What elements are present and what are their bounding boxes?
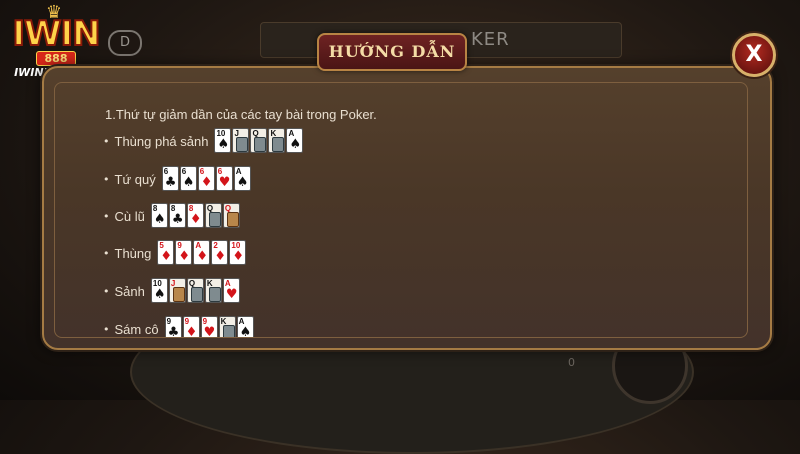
card-suit-icon: ♦: [232, 249, 245, 264]
bullet-icon: •: [103, 246, 110, 260]
game-title-text: KER: [471, 29, 510, 50]
face-card-portrait-icon: [236, 137, 249, 152]
face-card-portrait-icon: [222, 325, 235, 337]
card-group: 10 ♠ J Q K A ♥: [150, 278, 241, 304]
bullet-icon: •: [103, 322, 110, 336]
card-suit-icon: ♦: [160, 249, 173, 264]
card-suit-icon: ♦: [196, 249, 209, 264]
playing-card: 2 ♦: [211, 240, 229, 265]
brand-badge: 888: [36, 51, 76, 66]
hand-row: • Tứ quý 6 ♣ 6 ♠ 6 ♦ 6 ♥ A ♠: [103, 165, 252, 193]
playing-card: K: [268, 128, 286, 153]
card-suit-icon: ♠: [153, 287, 166, 302]
card-suit-icon: ♣: [167, 325, 180, 338]
card-suit-icon: ♦: [185, 325, 198, 338]
hand-row: • Sám cô 9 ♣ 9 ♦ 9 ♥ K A ♠: [103, 315, 255, 338]
hand-row: • Thùng phá sảnh 10 ♠ J Q K A ♠: [103, 127, 304, 155]
guide-intro-text: 1.Thứ tự giảm dần của các tay bài trong …: [105, 107, 377, 122]
card-suit-icon: ♠: [182, 175, 195, 190]
card-suit-icon: ♠: [153, 212, 166, 227]
bullet-icon: •: [103, 284, 110, 298]
card-suit-icon: ♠: [236, 175, 249, 190]
face-card-portrait-icon: [272, 137, 285, 152]
guide-content-panel: 1.Thứ tự giảm dần của các tay bài trong …: [54, 82, 748, 338]
playing-card: J: [232, 128, 250, 153]
face-card-portrait-icon: [172, 287, 185, 302]
card-suit-icon: ♥: [203, 325, 216, 338]
playing-card: 6 ♥: [215, 166, 233, 191]
playing-card: J: [168, 278, 186, 303]
face-card-portrait-icon: [226, 212, 239, 227]
card-suit-icon: ♣: [164, 175, 177, 190]
card-group: 10 ♠ J Q K A ♠: [214, 128, 304, 154]
hand-row: • Sảnh 10 ♠ J Q K A ♥: [103, 277, 241, 305]
bullet-icon: •: [103, 209, 110, 223]
close-button[interactable]: X: [732, 33, 776, 77]
playing-card: 10 ♦: [229, 240, 247, 265]
dialog-title: HƯỚNG DẪN: [317, 33, 467, 71]
hand-label: Sảnh: [114, 283, 145, 299]
back-icon[interactable]: D: [108, 30, 142, 56]
playing-card: 9 ♣: [164, 316, 182, 338]
playing-card: Q: [222, 203, 240, 228]
playing-card: A ♦: [193, 240, 211, 265]
bullet-icon: •: [103, 134, 110, 148]
playing-card: 10 ♠: [214, 128, 232, 153]
card-group: 5 ♦ 9 ♦ A ♦ 2 ♦ 10 ♦: [157, 240, 247, 266]
playing-card: 6 ♣: [161, 166, 179, 191]
playing-card: 6 ♦: [197, 166, 215, 191]
playing-card: 8 ♣: [168, 203, 186, 228]
face-card-portrait-icon: [190, 287, 203, 302]
bullet-icon: •: [103, 172, 110, 186]
hand-label: Cù lũ: [114, 208, 145, 224]
playing-card: 5 ♦: [157, 240, 175, 265]
hand-label: Tứ quý: [114, 171, 156, 187]
card-suit-icon: ♠: [217, 137, 230, 152]
card-group: 6 ♣ 6 ♠ 6 ♦ 6 ♥ A ♠: [161, 166, 252, 192]
playing-card: Q: [186, 278, 204, 303]
card-suit-icon: ♣: [171, 212, 184, 227]
brand-name: IWIN: [11, 13, 101, 55]
face-card-portrait-icon: [208, 212, 221, 227]
card-suit-icon: ♦: [178, 249, 191, 264]
bet-counter: 0: [568, 356, 575, 369]
hand-label: Thùng: [114, 245, 152, 261]
guide-dialog: 1.Thứ tự giảm dần của các tay bài trong …: [42, 66, 772, 350]
card-group: 8 ♠ 8 ♣ 8 ♦ Q Q: [150, 203, 241, 229]
card-suit-icon: ♦: [200, 175, 213, 190]
playing-card: 9 ♦: [182, 316, 200, 338]
face-card-portrait-icon: [254, 137, 267, 152]
hand-label: Thùng phá sảnh: [114, 133, 209, 149]
playing-card: 10 ♠: [150, 278, 168, 303]
hand-row: • Thùng 5 ♦ 9 ♦ A ♦ 2 ♦ 10 ♦: [103, 239, 247, 267]
card-suit-icon: ♥: [225, 287, 238, 302]
playing-card: 9 ♥: [200, 316, 218, 338]
playing-card: A ♥: [222, 278, 240, 303]
card-suit-icon: ♦: [189, 212, 202, 227]
card-suit-icon: ♥: [218, 175, 231, 190]
playing-card: Q: [250, 128, 268, 153]
face-card-portrait-icon: [208, 287, 221, 302]
playing-card: 8 ♦: [186, 203, 204, 228]
card-suit-icon: ♠: [239, 325, 252, 338]
hand-row: • Cù lũ 8 ♠ 8 ♣ 8 ♦ Q Q: [103, 202, 241, 230]
playing-card: 9 ♦: [175, 240, 193, 265]
hand-label: Sám cô: [114, 321, 159, 337]
card-suit-icon: ♠: [289, 137, 302, 152]
playing-card: A ♠: [233, 166, 251, 191]
playing-card: A ♠: [236, 316, 254, 338]
playing-card: 8 ♠: [150, 203, 168, 228]
card-suit-icon: ♦: [214, 249, 227, 264]
playing-card: K: [218, 316, 236, 337]
card-group: 9 ♣ 9 ♦ 9 ♥ K A ♠: [164, 316, 255, 338]
playing-card: A ♠: [286, 128, 304, 153]
playing-card: Q: [204, 203, 222, 228]
playing-card: K: [204, 278, 222, 303]
playing-card: 6 ♠: [179, 166, 197, 191]
